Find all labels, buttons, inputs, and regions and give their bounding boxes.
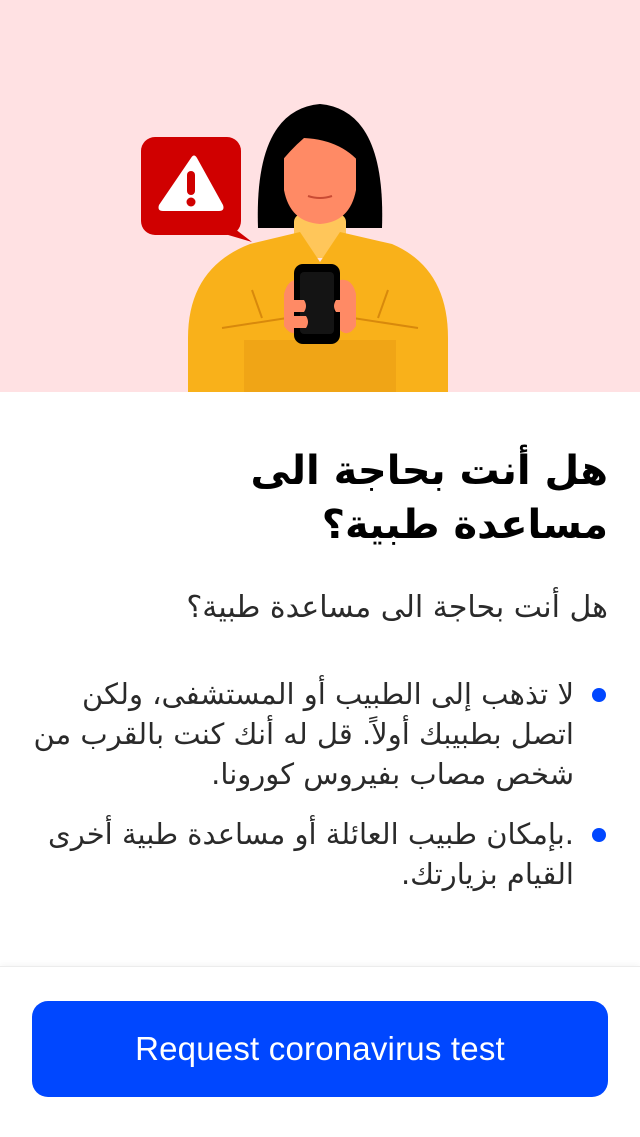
request-coronavirus-test-button[interactable]: Request coronavirus test bbox=[32, 1001, 608, 1097]
hero-illustration bbox=[0, 0, 640, 392]
bullet-dot-icon bbox=[592, 828, 606, 842]
woman-with-phone-illustration bbox=[141, 104, 448, 392]
list-item: لا تذهب إلى الطبيب أو المستشفى، ولكن اتص… bbox=[32, 674, 608, 794]
bottom-action-bar: Request coronavirus test bbox=[0, 966, 640, 1137]
page-subtitle: هل أنت بحاجة الى مساعدة طبية؟ bbox=[186, 590, 608, 625]
list-item: .بإمكان طبيب العائلة أو مساعدة طبية أخرى… bbox=[32, 814, 608, 894]
list-item-text: لا تذهب إلى الطبيب أو المستشفى، ولكن اتص… bbox=[33, 677, 575, 791]
list-item-text: .بإمكان طبيب العائلة أو مساعدة طبية أخرى… bbox=[48, 817, 574, 891]
page-title: هل أنت بحاجة الى مساعدة طبية؟ bbox=[250, 448, 608, 548]
bullet-dot-icon bbox=[592, 688, 606, 702]
advice-list: لا تذهب إلى الطبيب أو المستشفى، ولكن اتص… bbox=[32, 674, 608, 914]
